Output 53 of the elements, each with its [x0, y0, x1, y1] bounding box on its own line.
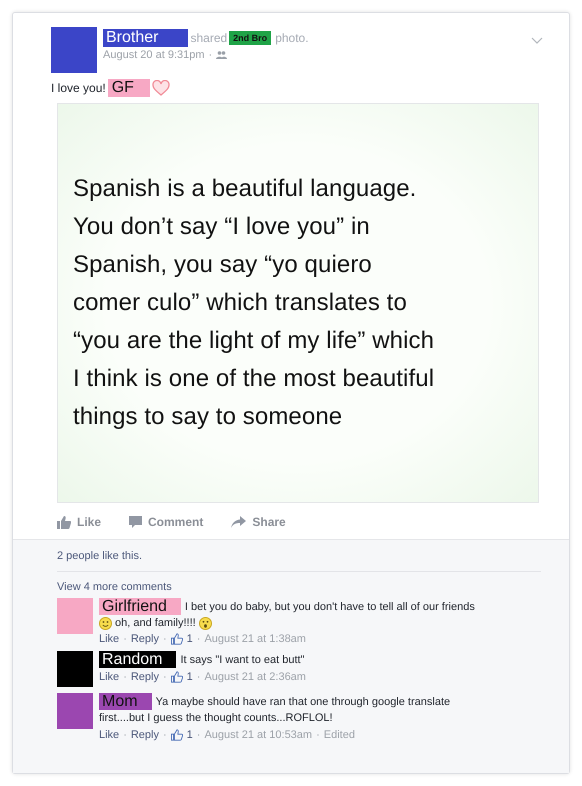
shared-image[interactable] [57, 103, 539, 503]
post-message: I love you! [51, 81, 106, 95]
comment-text: first....but I guess the thought counts...ROFLOL! [99, 712, 333, 724]
separator: · [196, 633, 200, 646]
image-text-line: “you are the light of my life” which [73, 326, 434, 356]
comment-text: oh, and family!!!! [115, 617, 196, 629]
smiley-icon [99, 617, 112, 630]
comment-text: It says "I want to eat butt" [180, 654, 304, 666]
like-count[interactable]: 1 [186, 671, 193, 684]
like-count[interactable]: 1 [186, 728, 193, 741]
image-text-line: Spanish is a beautiful language. [73, 174, 418, 204]
share-arrow-icon [231, 516, 246, 528]
commenter-name[interactable]: Mom [99, 693, 152, 710]
separator: · [196, 728, 200, 741]
reply-link[interactable]: Reply [130, 728, 159, 741]
shared-text: shared [190, 31, 228, 45]
commenter-name[interactable]: Random [99, 651, 176, 668]
reply-link[interactable]: Reply [130, 633, 159, 646]
tagged-name[interactable]: GF [108, 79, 150, 97]
reply-link[interactable]: Reply [130, 671, 159, 684]
like-link[interactable]: Like [99, 633, 120, 646]
friends-icon [216, 51, 228, 59]
image-text-line: things to say to someone [73, 402, 344, 432]
image-text-line: You don’t say “I love you” in [73, 212, 371, 242]
image-text-line: I think is one of the most beautiful [73, 364, 434, 394]
like-count[interactable]: 1 [186, 633, 193, 646]
thumbs-up-icon [57, 516, 71, 528]
thumbs-up-icon [170, 633, 183, 646]
like-link[interactable]: Like [99, 671, 120, 684]
separator: · [162, 633, 167, 646]
separator: · [316, 728, 320, 741]
source-name[interactable]: 2nd Bro [229, 31, 272, 45]
thumbs-up-icon [170, 728, 183, 741]
separator: · [208, 49, 212, 61]
separator: · [196, 671, 200, 684]
separator: · [123, 633, 127, 646]
surprised-face-icon [198, 617, 212, 630]
image-text-line: comer culo” which translates to [73, 288, 408, 318]
separator: · [162, 728, 167, 741]
view-more-link[interactable]: View 4 more comments [57, 572, 541, 595]
separator: · [123, 728, 127, 741]
separator: · [123, 671, 127, 684]
comment-text: Ya maybe should have ran that one through google translate [156, 696, 450, 708]
image-text-line: Spanish, you say “yo quiero [73, 250, 373, 280]
commenter-name[interactable]: Girlfriend [99, 598, 181, 615]
separator: · [162, 671, 167, 684]
like-link[interactable]: Like [99, 728, 120, 741]
author-name[interactable]: Brother [103, 29, 188, 47]
heart-icon [152, 80, 170, 96]
comment-text: I bet you do baby, but you don't have to tell all of our friends [184, 600, 475, 612]
thumbs-up-icon [170, 671, 183, 684]
likes-summary[interactable]: 2 people like this. [57, 540, 541, 572]
speech-bubble-icon [129, 516, 142, 528]
